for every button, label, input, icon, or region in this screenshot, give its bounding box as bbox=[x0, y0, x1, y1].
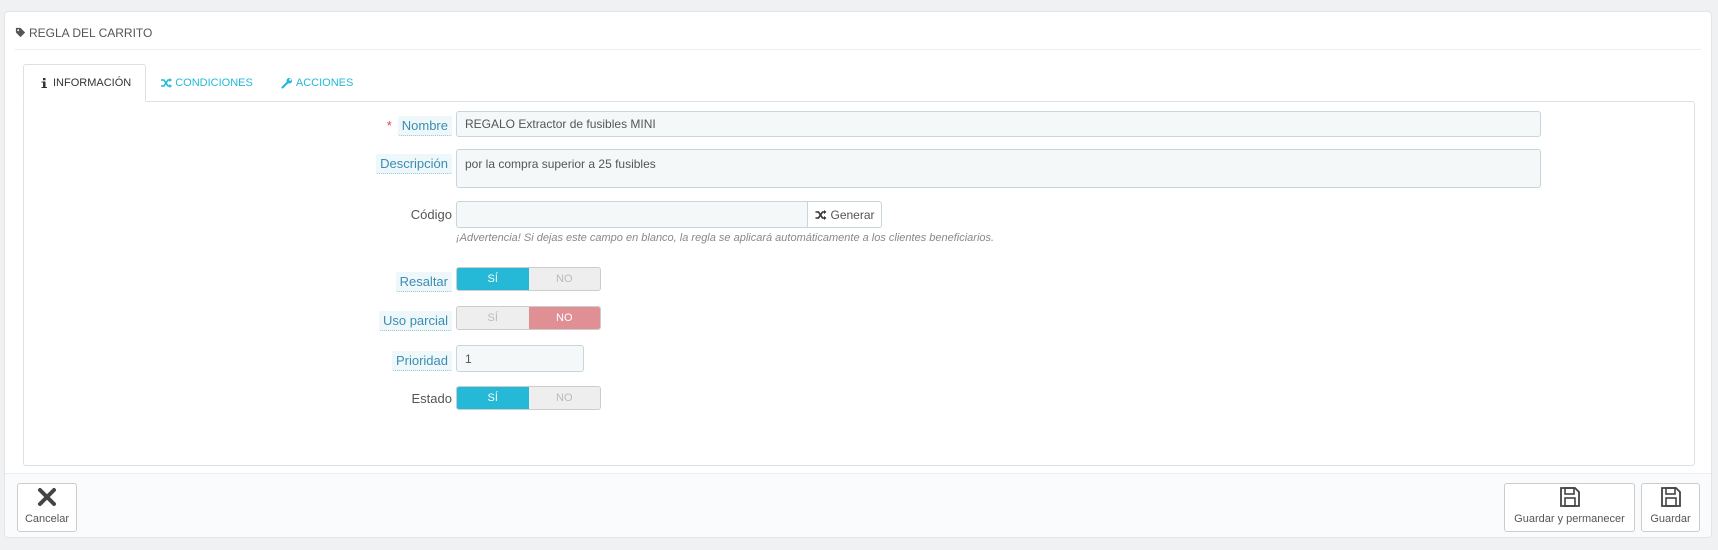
resaltar-label-text: Resaltar bbox=[395, 272, 452, 292]
random-icon bbox=[161, 78, 173, 88]
cart-rule-panel: REGLA DEL CARRITO INFORMACIÓN CONDICIONE… bbox=[4, 11, 1712, 538]
floppy-disk-icon bbox=[1660, 487, 1681, 507]
tab-condiciones[interactable]: CONDICIONES bbox=[146, 64, 267, 102]
estado-switch: SÍ NO bbox=[456, 386, 601, 410]
cancel-button[interactable]: Cancelar bbox=[17, 483, 77, 532]
wrench-icon bbox=[281, 77, 292, 89]
resaltar-yes[interactable]: SÍ bbox=[457, 268, 529, 290]
nombre-label-text: Nombre bbox=[397, 116, 452, 136]
descripcion-label-text: Descripción bbox=[376, 154, 452, 174]
close-icon bbox=[38, 488, 56, 506]
uso-parcial-switch: SÍ NO bbox=[456, 306, 601, 330]
tab-bar: INFORMACIÓN CONDICIONES ACCIONES bbox=[23, 64, 367, 102]
prioridad-label: Prioridad bbox=[391, 351, 452, 371]
prioridad-value: 1 bbox=[465, 351, 472, 366]
resaltar-no[interactable]: NO bbox=[528, 268, 600, 290]
nombre-label: * Nombre bbox=[387, 116, 452, 136]
nombre-input[interactable]: REGALO Extractor de fusibles MINI bbox=[456, 111, 1541, 137]
uso-parcial-label: Uso parcial bbox=[378, 311, 452, 331]
codigo-label-text: Código bbox=[410, 207, 452, 222]
uso-parcial-no[interactable]: NO bbox=[528, 307, 600, 329]
tab-content-informacion: * Nombre REGALO Extractor de fusibles MIN… bbox=[23, 101, 1695, 466]
descripcion-value: por la compra superior a 25 fusibles bbox=[465, 157, 656, 171]
estado-label: Estado bbox=[412, 391, 452, 406]
info-icon bbox=[41, 78, 47, 88]
tab-acciones[interactable]: ACCIONES bbox=[267, 64, 367, 102]
tab-informacion[interactable]: INFORMACIÓN bbox=[23, 64, 147, 102]
estado-label-text: Estado bbox=[411, 391, 452, 406]
codigo-input[interactable] bbox=[456, 201, 808, 228]
prioridad-input[interactable]: 1 bbox=[456, 345, 584, 372]
floppy-disk-icon bbox=[1559, 487, 1580, 507]
codigo-help-text: ¡Advertencia! Si dejas este campo en bla… bbox=[456, 232, 995, 244]
prioridad-label-text: Prioridad bbox=[391, 351, 452, 371]
estado-yes[interactable]: SÍ bbox=[457, 387, 529, 409]
uso-parcial-label-text: Uso parcial bbox=[378, 311, 452, 331]
uso-parcial-yes[interactable]: SÍ bbox=[457, 307, 529, 329]
required-mark: * bbox=[386, 118, 392, 133]
panel-title: REGLA DEL CARRITO bbox=[29, 26, 153, 40]
resaltar-switch: SÍ NO bbox=[456, 267, 601, 291]
panel-footer: Cancelar Guardar y permanecer Guardar bbox=[5, 473, 1711, 537]
codigo-label: Código bbox=[411, 207, 452, 222]
resaltar-label: Resaltar bbox=[395, 272, 452, 292]
descripcion-label: Descripción bbox=[376, 154, 452, 174]
generate-code-button[interactable]: Generar bbox=[808, 201, 882, 228]
tag-icon bbox=[15, 27, 26, 38]
nombre-value: REGALO Extractor de fusibles MINI bbox=[465, 117, 656, 131]
save-and-stay-button[interactable]: Guardar y permanecer bbox=[1504, 483, 1635, 532]
panel-heading: REGLA DEL CARRITO bbox=[15, 20, 1701, 50]
save-button[interactable]: Guardar bbox=[1641, 483, 1700, 532]
estado-no[interactable]: NO bbox=[528, 387, 600, 409]
random-icon bbox=[815, 209, 827, 220]
descripcion-textarea[interactable]: por la compra superior a 25 fusibles bbox=[456, 149, 1541, 188]
